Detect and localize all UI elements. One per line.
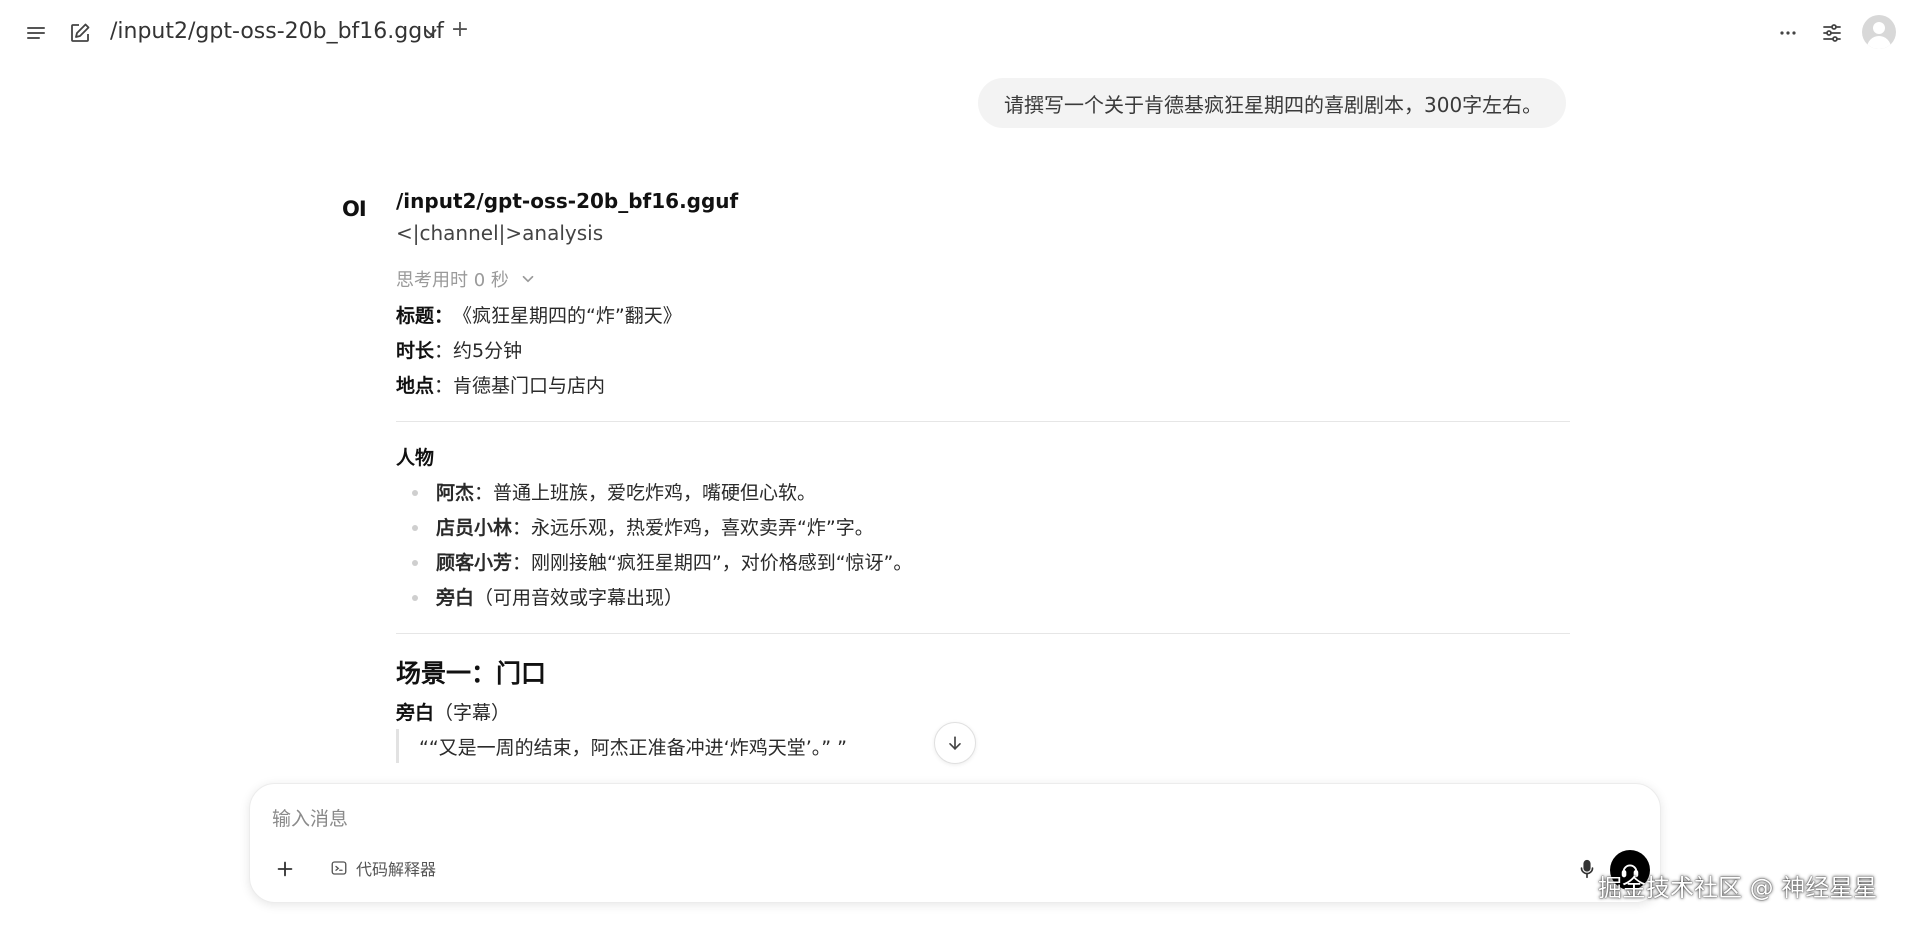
- meta-title: 标题：《疯狂星期四的“炸”翻天》: [396, 305, 682, 327]
- add-model-button[interactable]: +: [450, 17, 470, 42]
- attach-button[interactable]: [270, 854, 300, 884]
- assistant-model-name: /input2/gpt-oss-20b_bf16.gguf: [396, 189, 739, 213]
- message-input[interactable]: [272, 802, 1572, 836]
- assistant-response: 标题：《疯狂星期四的“炸”翻天》 时长：约5分钟 地点：肯德基门口与店内 人物 …: [396, 297, 1570, 783]
- message-composer: 代码解释器: [249, 783, 1661, 903]
- sliders-icon[interactable]: [1816, 17, 1848, 49]
- list-item: 顾客小芳 ：刚刚接触“疯狂星期四”，对价格感到“惊讶”。: [396, 544, 1570, 579]
- thinking-label: 思考用时 0 秒: [396, 270, 509, 291]
- terminal-icon: [331, 861, 347, 875]
- top-bar: /input2/gpt-oss-20b_bf16.gguf +: [0, 0, 1910, 66]
- user-avatar-icon[interactable]: [1862, 15, 1896, 49]
- narrator-quote: ““又是一周的结束，阿杰正准备冲进‘炸鸡天堂’。” ”: [396, 729, 1570, 763]
- code-interpreter-toggle[interactable]: 代码解释器: [330, 856, 436, 880]
- watermark: 掘金技术社区 @ 神经星星: [1598, 874, 1878, 902]
- channel-line: <|channel|>analysis: [396, 221, 604, 245]
- list-item: 旁白 （可用音效或字幕出现）: [396, 579, 1570, 614]
- meta-location: 地点：肯德基门口与店内: [396, 375, 606, 397]
- chevron-down-icon[interactable]: [420, 21, 442, 43]
- microphone-icon: [1580, 859, 1594, 879]
- model-selector[interactable]: /input2/gpt-oss-20b_bf16.gguf: [110, 19, 444, 44]
- assistant-logo: OI: [342, 197, 367, 221]
- scroll-to-bottom-button[interactable]: [934, 722, 976, 764]
- menu-icon[interactable]: [20, 17, 52, 49]
- divider: [396, 633, 1570, 634]
- people-heading: 人物: [396, 446, 435, 469]
- edit-icon[interactable]: [64, 17, 96, 49]
- thinking-toggle[interactable]: 思考用时 0 秒: [396, 266, 537, 292]
- people-list: 阿杰 ：普通上班族，爱吃炸鸡，嘴硬但心软。 店员小林 ：永远乐观，热爱炸鸡，喜欢卖弄…: [396, 474, 1570, 614]
- arrow-down-icon: [949, 736, 961, 751]
- scene-heading: 场景一：门口: [396, 659, 547, 688]
- divider: [396, 421, 1570, 422]
- plus-icon: [277, 861, 293, 877]
- list-item: 阿杰 ：普通上班族，爱吃炸鸡，嘴硬但心软。: [396, 474, 1570, 509]
- narrator-line: 旁白 （字幕）: [396, 702, 511, 724]
- user-message-bubble: 请撰写一个关于肯德基疯狂星期四的喜剧剧本，300字左右。: [978, 78, 1566, 128]
- code-interpreter-label: 代码解释器: [356, 860, 437, 879]
- list-item: 店员小林 ：永远乐观，热爱炸鸡，喜欢卖弄“炸”字。: [396, 509, 1570, 544]
- more-icon[interactable]: [1772, 17, 1804, 49]
- chevron-down-icon: [522, 275, 534, 283]
- truncated-line: [396, 763, 1570, 783]
- meta-duration: 时长：约5分钟: [396, 340, 523, 362]
